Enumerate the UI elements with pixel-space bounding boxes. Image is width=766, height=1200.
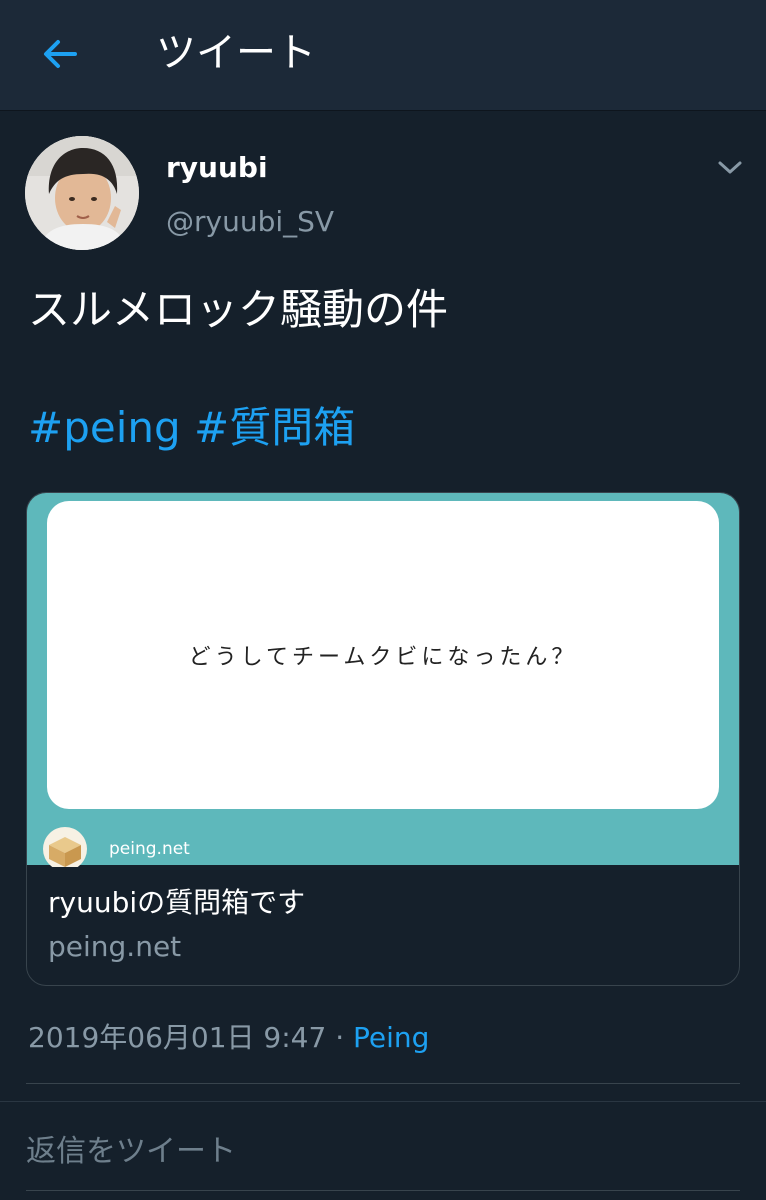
- question-text: どうしてチームクビになったん？: [188, 645, 578, 670]
- tweet-meta: 2019年06月01日 9:47 · Peing: [28, 1018, 429, 1058]
- top-app-bar: ツイート: [0, 0, 766, 111]
- divider: [0, 1101, 766, 1102]
- hashtag-row: #peing #質問箱: [28, 400, 355, 456]
- user-handle[interactable]: @ryuubi_SV: [166, 204, 334, 240]
- card-media-site: peing.net: [109, 839, 190, 859]
- card-title: ryuubiの質問箱です: [48, 886, 306, 919]
- cardboard-box-icon: [43, 827, 87, 867]
- card-image: どうしてチームクビになったん？ peing.net: [27, 493, 739, 867]
- hashtag-peing[interactable]: #peing: [28, 403, 181, 452]
- question-box: どうしてチームクビになったん？: [47, 501, 719, 809]
- meta-separator: ·: [326, 1021, 353, 1054]
- tweet-menu-button[interactable]: [712, 152, 748, 184]
- page-title: ツイート: [156, 30, 316, 76]
- profile-photo: [25, 136, 139, 250]
- divider: [26, 1083, 740, 1084]
- display-name[interactable]: ryuubi: [166, 150, 268, 186]
- hashtag-shitsumonbako[interactable]: #質問箱: [194, 403, 355, 452]
- tweet-text: スルメロック騒動の件: [28, 285, 449, 334]
- avatar[interactable]: [25, 136, 139, 250]
- back-button[interactable]: [36, 30, 84, 78]
- source-link[interactable]: Peing: [353, 1021, 429, 1054]
- timestamp: 2019年06月01日 9:47: [28, 1021, 327, 1054]
- link-card[interactable]: どうしてチームクビになったん？ peing.net ryuubiの質問箱です p…: [26, 492, 740, 986]
- chevron-down-icon: [718, 161, 742, 174]
- arrow-left-icon: [44, 40, 77, 68]
- divider: [26, 1190, 740, 1191]
- reply-input[interactable]: 返信をツイート: [26, 1120, 740, 1184]
- card-domain: peing.net: [48, 930, 182, 963]
